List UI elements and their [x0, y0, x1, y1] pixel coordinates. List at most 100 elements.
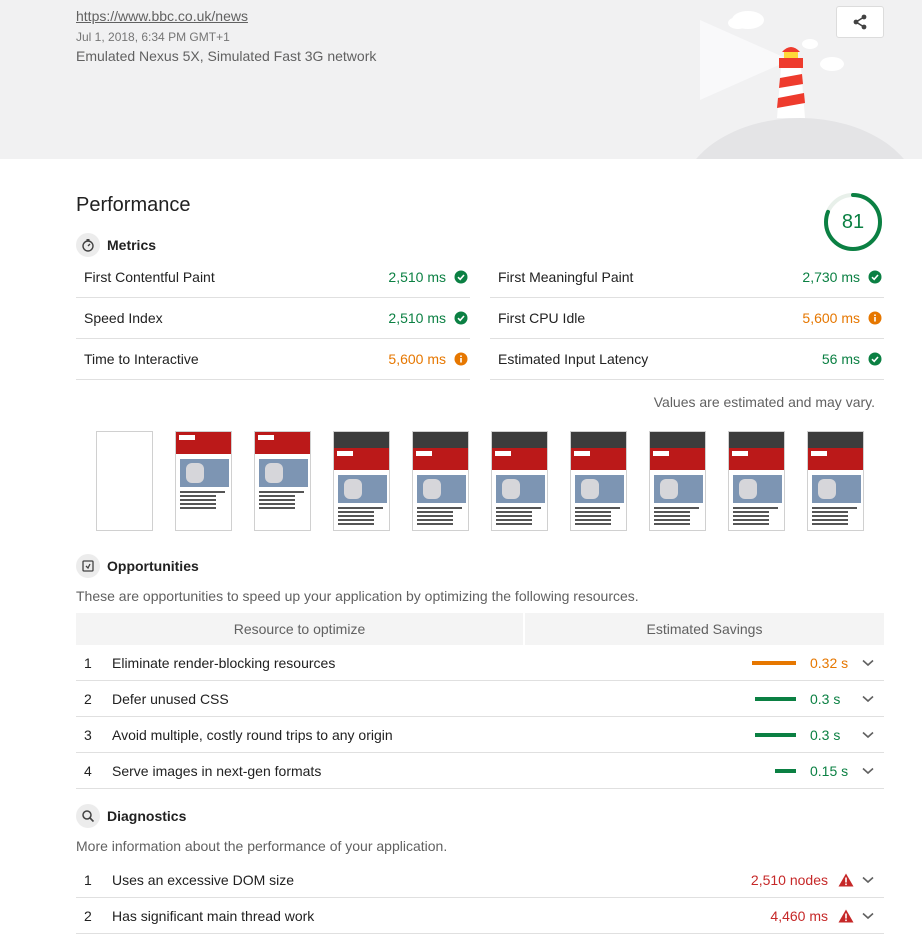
metric-value: 2,510 ms	[388, 310, 446, 326]
filmstrip-frame	[96, 431, 153, 531]
savings-value: 0.32 s	[810, 654, 849, 671]
chevron-down-icon	[862, 695, 874, 702]
savings-bar	[775, 768, 796, 773]
diagnostics-title: Diagnostics	[107, 808, 187, 824]
metric-label: First CPU Idle	[498, 310, 586, 326]
savings-value: 0.3 s	[810, 726, 841, 743]
opportunity-label: Eliminate render-blocking resources	[112, 654, 336, 671]
row-index: 1	[84, 871, 92, 888]
filmstrip-frame	[728, 431, 785, 531]
opportunity-row[interactable]: 1 Eliminate render-blocking resources 0.32…	[76, 645, 884, 681]
row-index: 2	[84, 690, 92, 707]
filmstrip-frame	[570, 431, 627, 531]
filmstrip-frame	[807, 431, 864, 531]
info-average-icon	[868, 311, 882, 325]
opportunity-row[interactable]: 4 Serve images in next-gen formats 0.15 s	[76, 753, 884, 789]
metric-value: 2,730 ms	[802, 269, 860, 285]
share-button[interactable]	[836, 6, 884, 38]
warning-icon	[838, 909, 854, 922]
metric-row: Speed Index 2,510 ms	[76, 298, 470, 339]
metric-row: First CPU Idle 5,600 ms	[490, 298, 884, 339]
row-index: 2	[84, 907, 92, 924]
chevron-down-icon	[862, 659, 874, 666]
search-icon	[76, 804, 100, 828]
metric-label: First Contentful Paint	[84, 269, 215, 285]
warning-icon	[838, 873, 854, 886]
opportunity-row[interactable]: 2 Defer unused CSS 0.3 s	[76, 681, 884, 717]
opportunity-icon	[76, 554, 100, 578]
pass-check-icon	[868, 352, 882, 366]
metrics-note: Values are estimated and may vary.	[653, 394, 875, 410]
pass-check-icon	[868, 270, 882, 284]
metrics-heading: Metrics	[76, 233, 156, 257]
chevron-down-icon	[862, 876, 874, 883]
share-icon	[853, 14, 867, 30]
savings-bar	[752, 660, 796, 665]
metric-row: First Contentful Paint 2,510 ms	[76, 257, 470, 298]
column-savings: Estimated Savings	[525, 613, 884, 645]
metric-value: 2,510 ms	[388, 269, 446, 285]
pass-check-icon	[454, 270, 468, 284]
diagnostic-label: Uses an excessive DOM size	[112, 871, 295, 888]
filmstrip-frame	[412, 431, 469, 531]
row-index: 1	[84, 654, 92, 671]
diagnostics-heading: Diagnostics	[76, 804, 186, 828]
stopwatch-icon	[76, 233, 100, 257]
filmstrip-frame	[333, 431, 390, 531]
report-date: Jul 1, 2018, 6:34 PM GMT+1	[76, 30, 230, 44]
metric-label: Estimated Input Latency	[498, 351, 649, 367]
diagnostic-label: Has significant main thread work	[112, 907, 315, 924]
savings-value: 0.3 s	[810, 690, 841, 707]
filmstrip-frame	[175, 431, 232, 531]
pass-check-icon	[454, 311, 468, 325]
performance-score: 81	[841, 211, 865, 233]
metric-label: Speed Index	[84, 310, 163, 326]
filmstrip	[96, 431, 886, 531]
chevron-down-icon	[862, 912, 874, 919]
metric-row: First Meaningful Paint 2,730 ms	[490, 257, 884, 298]
opportunities-title: Opportunities	[107, 558, 199, 574]
metric-label: First Meaningful Paint	[498, 269, 634, 285]
row-index: 3	[84, 726, 92, 743]
metric-row: Time to Interactive 5,600 ms	[76, 339, 470, 380]
opportunity-label: Defer unused CSS	[112, 690, 229, 707]
expand-button[interactable]	[858, 763, 878, 779]
opportunity-label: Serve images in next-gen formats	[112, 762, 322, 779]
row-index: 4	[84, 762, 92, 779]
filmstrip-frame	[254, 431, 311, 531]
metric-row: Estimated Input Latency 56 ms	[490, 339, 884, 380]
diagnostic-value: 4,460 ms	[770, 907, 828, 924]
info-average-icon	[454, 352, 468, 366]
filmstrip-frame	[491, 431, 548, 531]
diagnostic-row[interactable]: 2 Has significant main thread work 4,460 m…	[76, 898, 884, 934]
diagnostic-value: 2,510 nodes	[750, 871, 828, 888]
diagnostic-row[interactable]: 1 Uses an excessive DOM size 2,510 nodes	[76, 862, 884, 898]
expand-button[interactable]	[858, 691, 878, 707]
report-url-link[interactable]: https://www.bbc.co.uk/news	[76, 8, 248, 24]
opportunities-heading: Opportunities	[76, 554, 199, 578]
opportunity-row[interactable]: 3 Avoid multiple, costly round trips to a…	[76, 717, 884, 753]
chevron-down-icon	[862, 767, 874, 774]
diagnostics-description: More information about the performance o…	[76, 838, 448, 854]
metric-value: 5,600 ms	[388, 351, 446, 367]
metric-label: Time to Interactive	[84, 351, 199, 367]
report-environment: Emulated Nexus 5X, Simulated Fast 3G net…	[76, 48, 377, 64]
metrics-title: Metrics	[107, 237, 157, 253]
opportunity-label: Avoid multiple, costly round trips to an…	[112, 726, 393, 743]
chevron-down-icon	[862, 731, 874, 738]
opportunities-table-header: Resource to optimize Estimated Savings	[76, 613, 884, 645]
opportunities-description: These are opportunities to speed up your…	[76, 588, 639, 604]
performance-score-gauge: 81	[823, 192, 883, 252]
expand-button[interactable]	[858, 908, 878, 924]
expand-button[interactable]	[858, 872, 878, 888]
column-resource: Resource to optimize	[76, 613, 523, 645]
report-header: https://www.bbc.co.uk/news Jul 1, 2018, …	[0, 0, 922, 159]
filmstrip-frame	[649, 431, 706, 531]
metric-value: 5,600 ms	[802, 310, 860, 326]
expand-button[interactable]	[858, 727, 878, 743]
savings-value: 0.15 s	[810, 762, 849, 779]
savings-bar	[755, 696, 796, 701]
metric-value: 56 ms	[821, 351, 860, 367]
expand-button[interactable]	[858, 655, 878, 671]
performance-title: Performance	[76, 194, 191, 216]
